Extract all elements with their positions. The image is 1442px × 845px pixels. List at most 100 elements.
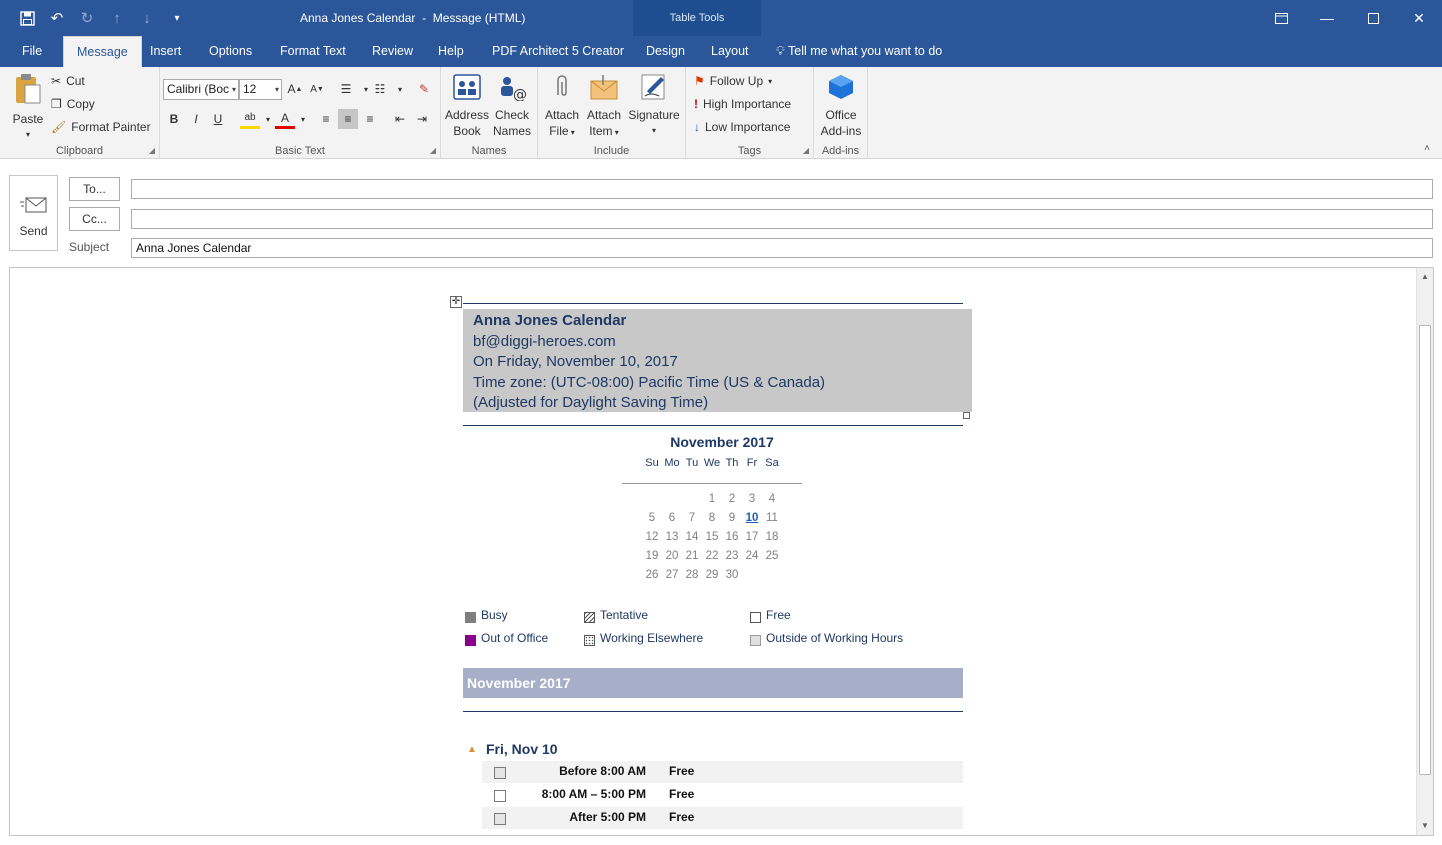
signature-button[interactable]: Signature ▾ [626, 73, 682, 139]
subject-field[interactable]: Anna Jones Calendar [131, 238, 1433, 258]
ribbon-display-icon[interactable] [1258, 0, 1304, 36]
to-button[interactable]: To... [69, 177, 120, 201]
calendar-day[interactable]: 28 [682, 569, 702, 581]
grow-font-icon[interactable]: A ▲ [285, 79, 305, 99]
chevron-down-icon[interactable]: ▾ [293, 109, 313, 129]
checkbox-icon[interactable] [494, 790, 506, 802]
cc-button[interactable]: Cc... [69, 207, 120, 231]
decrease-indent-icon[interactable]: ⇤ [390, 109, 410, 129]
tab-layout[interactable]: Layout [711, 36, 749, 67]
scrollbar-thumb[interactable] [1419, 325, 1431, 775]
checkbox-icon[interactable] [494, 767, 506, 779]
align-right-icon[interactable]: ≡ [360, 109, 380, 129]
high-importance-button[interactable]: ! High Importance [694, 94, 791, 114]
align-center-icon[interactable]: ≡ [338, 109, 358, 129]
minimize-icon[interactable]: — [1304, 0, 1350, 36]
chevron-down-icon[interactable]: ▾ [390, 79, 410, 99]
shrink-font-icon[interactable]: A ▼ [307, 79, 327, 99]
tab-design[interactable]: Design [646, 36, 685, 67]
calendar-day[interactable]: 2 [722, 493, 742, 505]
maximize-icon[interactable] [1350, 0, 1396, 36]
tab-file[interactable]: File [22, 36, 42, 67]
calendar-day[interactable]: 14 [682, 531, 702, 543]
checkbox-icon[interactable] [494, 813, 506, 825]
calendar-day[interactable]: 3 [742, 493, 762, 505]
calendar-day[interactable]: 8 [702, 512, 722, 524]
tab-pdf-architect[interactable]: PDF Architect 5 Creator [492, 36, 624, 67]
dialog-launcher-icon[interactable]: ◢ [149, 146, 155, 155]
calendar-day[interactable]: 16 [722, 531, 742, 543]
highlight-icon[interactable]: ab [240, 109, 260, 129]
up-icon[interactable]: ↑ [104, 5, 130, 31]
scroll-down-icon[interactable]: ▼ [1420, 820, 1430, 832]
format-painter-button[interactable]: 🖌︎ Format Painter [51, 117, 151, 137]
align-left-icon[interactable]: ≡ [316, 109, 336, 129]
calendar-day[interactable]: 7 [682, 512, 702, 524]
calendar-day[interactable]: 18 [762, 531, 782, 543]
dialog-launcher-icon[interactable]: ◢ [430, 146, 436, 155]
calendar-day[interactable]: 9 [722, 512, 742, 524]
numbering-icon[interactable]: ☷ [370, 79, 390, 99]
calendar-day[interactable]: 15 [702, 531, 722, 543]
font-size-combo[interactable]: 12 ▾ [239, 79, 282, 100]
table-resize-handle-icon[interactable] [963, 412, 970, 419]
calendar-day[interactable]: 13 [662, 531, 682, 543]
vertical-scrollbar[interactable]: ▲ ▼ [1416, 268, 1433, 835]
underline-icon[interactable]: U [208, 109, 228, 129]
redo-icon[interactable]: ↻ [74, 5, 100, 31]
paste-button[interactable]: Paste ▾ [8, 73, 48, 143]
cut-button[interactable]: ✂ Cut [51, 71, 85, 91]
bullets-icon[interactable]: ☰ [336, 79, 356, 99]
calendar-day[interactable]: 23 [722, 550, 742, 562]
calendar-day-today[interactable]: 10 [742, 512, 762, 524]
message-body[interactable]: ✛ Anna Jones Calendar bf@diggi-heroes.co… [9, 267, 1434, 836]
collapse-ribbon-icon[interactable]: ˄ [1424, 143, 1430, 154]
calendar-day[interactable]: 25 [762, 550, 782, 562]
address-book-button[interactable]: Address Book [444, 73, 490, 139]
collapse-triangle-icon[interactable]: ▲ [467, 744, 477, 755]
font-name-combo[interactable]: Calibri (Boc ▾ [163, 79, 239, 100]
follow-up-button[interactable]: ⚑ Follow Up ▾ [694, 71, 772, 91]
tab-options[interactable]: Options [209, 36, 252, 67]
tab-help[interactable]: Help [438, 36, 464, 67]
scroll-up-icon[interactable]: ▲ [1420, 271, 1430, 283]
calendar-day[interactable]: 26 [642, 569, 662, 581]
to-field[interactable] [131, 179, 1433, 199]
table-move-handle-icon[interactable]: ✛ [450, 296, 462, 308]
calendar-day[interactable]: 11 [762, 512, 782, 524]
calendar-day[interactable]: 22 [702, 550, 722, 562]
calendar-day[interactable]: 29 [702, 569, 722, 581]
calendar-day[interactable]: 21 [682, 550, 702, 562]
tab-review[interactable]: Review [372, 36, 413, 67]
clear-formatting-icon[interactable]: ✎ [414, 79, 434, 99]
italic-icon[interactable]: I [186, 109, 206, 129]
calendar-day[interactable]: 27 [662, 569, 682, 581]
customize-icon[interactable]: ▾ [164, 5, 190, 31]
copy-button[interactable]: ❐ Copy [51, 94, 95, 114]
cc-field[interactable] [131, 209, 1433, 229]
down-icon[interactable]: ↓ [134, 5, 160, 31]
send-button[interactable]: Send [9, 175, 58, 251]
attach-item-button[interactable]: Attach Item ▾ [584, 73, 624, 141]
check-names-button[interactable]: @ Check Names [490, 73, 534, 139]
calendar-day[interactable]: 4 [762, 493, 782, 505]
close-icon[interactable]: ✕ [1396, 0, 1442, 36]
low-importance-button[interactable]: ↓ Low Importance [694, 117, 790, 137]
office-add-ins-button[interactable]: Office Add-ins [816, 73, 866, 139]
calendar-day[interactable]: 30 [722, 569, 742, 581]
calendar-day[interactable]: 6 [662, 512, 682, 524]
tab-message[interactable]: Message [63, 36, 142, 67]
calendar-day[interactable]: 5 [642, 512, 662, 524]
calendar-day[interactable]: 24 [742, 550, 762, 562]
calendar-day[interactable]: 17 [742, 531, 762, 543]
calendar-day[interactable]: 20 [662, 550, 682, 562]
increase-indent-icon[interactable]: ⇥ [412, 109, 432, 129]
attach-file-button[interactable]: Attach File ▾ [542, 73, 582, 141]
tab-format-text[interactable]: Format Text [280, 36, 346, 67]
calendar-day[interactable]: 19 [642, 550, 662, 562]
bold-icon[interactable]: B [164, 109, 184, 129]
dialog-launcher-icon[interactable]: ◢ [803, 146, 809, 155]
tab-insert[interactable]: Insert [150, 36, 181, 67]
calendar-day[interactable]: 1 [702, 493, 722, 505]
tell-me-search[interactable]: 💡︎ Tell me what you want to do [776, 36, 942, 67]
